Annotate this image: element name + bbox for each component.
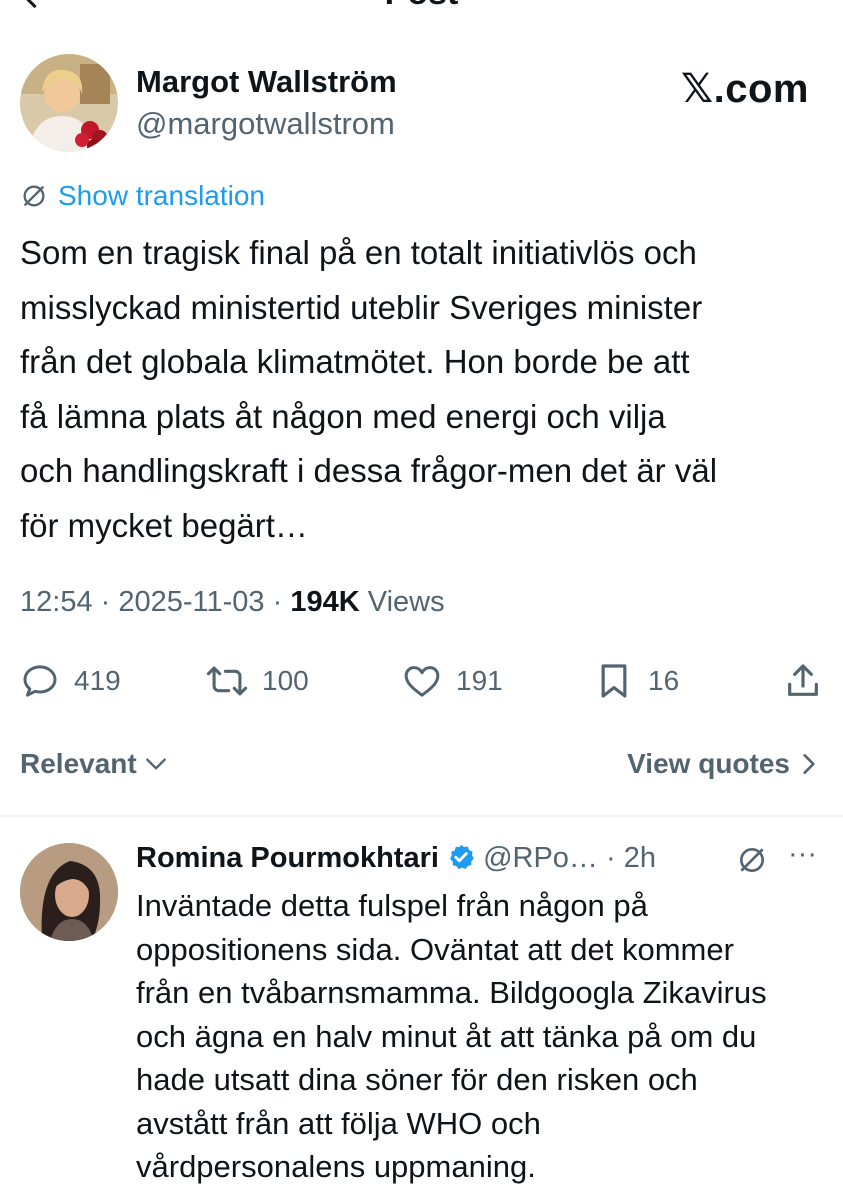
reply-text: Inväntade detta fulspel från någon på op… xyxy=(136,888,767,1184)
like-button[interactable]: 191 xyxy=(402,658,503,704)
bookmark-count: 16 xyxy=(648,665,680,696)
more-options-icon[interactable]: ··· xyxy=(788,838,817,871)
view-quotes-label: View quotes xyxy=(627,748,790,779)
chevron-right-icon xyxy=(803,754,815,774)
reply-count: 419 xyxy=(74,665,121,696)
share-button[interactable] xyxy=(783,658,823,704)
divider xyxy=(0,815,843,817)
translate-icon xyxy=(23,185,45,207)
meta-separator: · xyxy=(100,586,111,618)
show-translation-link[interactable]: Show translation xyxy=(20,180,265,212)
post-meta: 12:54 · 2025-11-03 · 194K Views xyxy=(20,586,445,619)
post-text: Som en tragisk final på en totalt initia… xyxy=(20,234,718,544)
sort-label: Relevant xyxy=(20,748,137,779)
author-avatar[interactable] xyxy=(20,54,118,152)
share-icon xyxy=(788,664,818,696)
reply-header: Romina Pourmokhtari @RPo… · 2h ··· xyxy=(136,838,826,880)
meta-separator: · xyxy=(272,586,283,618)
translate-icon xyxy=(740,848,764,872)
repost-icon xyxy=(206,666,248,696)
chevron-down-icon xyxy=(145,758,166,770)
like-count: 191 xyxy=(456,665,503,696)
reply-time: · 2h xyxy=(605,842,656,874)
reply-button[interactable]: 419 xyxy=(20,658,121,704)
reply-author-handle[interactable]: @RPo… xyxy=(483,842,598,874)
reply-author-name[interactable]: Romina Pourmokhtari xyxy=(136,842,439,874)
reply-icon xyxy=(23,665,57,697)
author-handle[interactable]: @margotwallstrom xyxy=(136,106,395,142)
view-quotes-link[interactable]: View quotes xyxy=(627,748,820,780)
sort-dropdown[interactable]: Relevant xyxy=(20,748,169,780)
verified-icon xyxy=(450,844,474,870)
view-count: 194K xyxy=(290,586,360,618)
top-bar: Post xyxy=(0,0,843,14)
reply-author-avatar[interactable] xyxy=(20,843,118,941)
post-time: 12:54 xyxy=(20,586,93,618)
page-title: Post xyxy=(0,0,843,13)
x-com-watermark: 𝕏.com xyxy=(680,67,809,111)
bookmark-button[interactable]: 16 xyxy=(594,658,679,704)
views-label: Views xyxy=(367,586,445,618)
action-bar: 419 100 191 16 xyxy=(20,658,823,704)
post-date: 2025-11-03 xyxy=(118,586,265,618)
like-icon xyxy=(404,666,440,697)
repost-button[interactable]: 100 xyxy=(206,658,309,704)
author-name[interactable]: Margot Wallström xyxy=(136,64,397,100)
bookmark-icon xyxy=(601,664,627,698)
reply-translate-button[interactable] xyxy=(736,844,768,884)
show-translation-label: Show translation xyxy=(58,180,266,211)
repost-count: 100 xyxy=(262,665,309,696)
replies-sort-bar: Relevant View quotes xyxy=(20,748,820,788)
